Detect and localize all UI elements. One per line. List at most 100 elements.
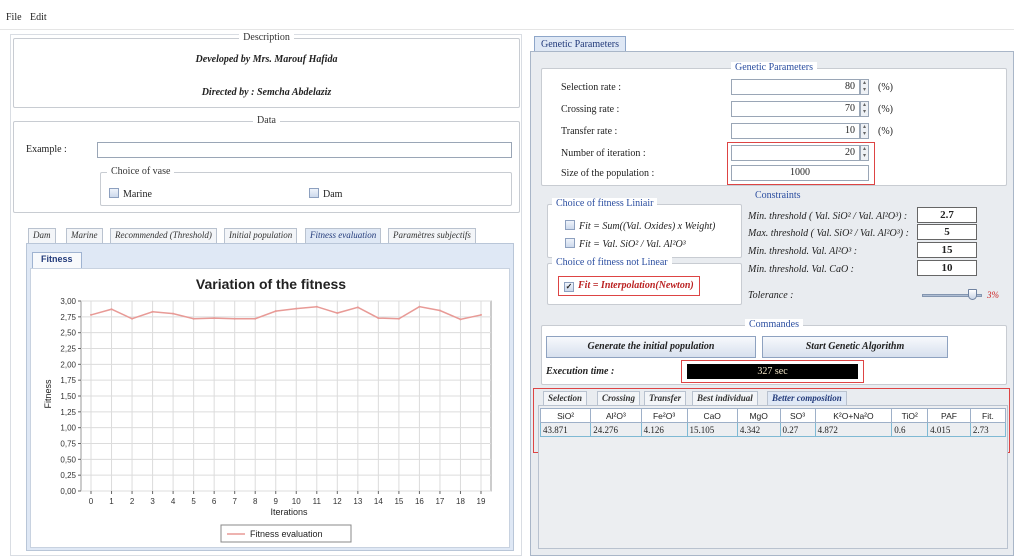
dam-label: Dam — [323, 189, 343, 200]
data-point — [315, 305, 318, 308]
tab-parametres-subjectifs[interactable]: Paramètres subjectifs — [388, 228, 476, 243]
min-threshold-al2o3-input[interactable]: 15 — [917, 242, 977, 258]
min-threshold-al2o3-label: Min. threshold. Val. Al²O³ : — [748, 246, 858, 257]
table-row[interactable]: 43.871 24.276 4.126 15.105 4.342 0.27 4.… — [539, 422, 1007, 437]
x-tick-label: 2 — [130, 497, 135, 506]
x-tick-label: 13 — [353, 497, 362, 506]
cell-so3[interactable]: 0.27 — [779, 422, 816, 437]
cell-cao[interactable]: 15.105 — [686, 422, 738, 437]
data-point — [151, 310, 154, 313]
start-algorithm-button[interactable]: Start Genetic Algorithm — [762, 336, 948, 358]
cell-al2o3[interactable]: 24.276 — [590, 422, 642, 437]
tab-marine[interactable]: Marine — [66, 228, 103, 243]
cell-k2o-na2o[interactable]: 4.872 — [814, 422, 893, 437]
iterations-spinner[interactable]: ▴ ▾ — [860, 145, 869, 161]
crossing-rate-input[interactable]: 70 — [731, 101, 860, 117]
tab-best-individual[interactable]: Best individual — [692, 391, 758, 406]
description-group: Description Developed by Mrs. Marouf Haf… — [13, 32, 520, 108]
vase-option-marine[interactable]: Marine — [109, 188, 152, 200]
fitness-linear-option-1[interactable]: Fit = Sum((Val. Oxides) x Weight) — [565, 220, 715, 232]
cell-mgo[interactable]: 4.342 — [736, 422, 781, 437]
transfer-rate-spinner[interactable]: ▴ ▾ — [860, 123, 869, 139]
fitness-linear-checkbox-2[interactable] — [565, 238, 575, 248]
min-threshold-cao-input[interactable]: 10 — [917, 260, 977, 276]
x-tick-label: 5 — [191, 497, 196, 506]
data-point — [110, 308, 113, 311]
col-al2o3[interactable]: Al²O³ — [590, 408, 642, 423]
col-tio2[interactable]: TiO² — [891, 408, 929, 423]
y-tick-label: 2,25 — [60, 345, 76, 354]
data-point — [438, 309, 441, 312]
results-table: SiO² Al²O³ Fe²O³ CaO MgO SO³ K²O+Na²O Ti… — [539, 408, 1007, 437]
data-legend: Data — [253, 115, 280, 126]
population-size-input[interactable]: 1000 — [731, 165, 869, 181]
example-input[interactable] — [97, 142, 512, 158]
min-threshold-ratio-input[interactable]: 2.7 — [917, 207, 977, 223]
tab-fitness-evaluation[interactable]: Fitness evaluation — [305, 228, 382, 243]
tab-fitness[interactable]: Fitness — [32, 252, 82, 268]
fitness-nonlinear-option[interactable]: ✓ Fit = Interpolation(Newton) — [564, 280, 694, 292]
iterations-input[interactable]: 20 — [731, 145, 860, 161]
chart-area: Variation of the fitness Fitness Iterati… — [30, 268, 510, 548]
col-fit[interactable]: Fit. — [969, 408, 1007, 423]
fitness-nonlinear-checkbox[interactable]: ✓ — [564, 282, 574, 292]
min-threshold-ratio-label: Min. threshold ( Val. SiO² / Val. Al²O³)… — [748, 211, 908, 222]
col-fe2o3[interactable]: Fe²O³ — [640, 408, 688, 423]
y-tick-label: 1,25 — [60, 408, 76, 417]
y-tick-label: 3,00 — [60, 297, 76, 306]
cell-fit[interactable]: 2.73 — [969, 422, 1007, 437]
right-tab-genetic[interactable]: Genetic Parameters — [534, 36, 627, 52]
generate-population-button[interactable]: Generate the initial population — [546, 336, 756, 358]
col-mgo[interactable]: MgO — [736, 408, 781, 423]
cell-paf[interactable]: 4.015 — [927, 422, 971, 437]
y-tick-label: 0,25 — [60, 471, 76, 480]
tab-crossing[interactable]: Crossing — [597, 391, 641, 406]
iterations-label: Number of iteration : — [561, 148, 646, 159]
selection-rate-label: Selection rate : — [561, 82, 621, 93]
x-tick-label: 6 — [212, 497, 217, 506]
fitness-linear-checkbox-1[interactable] — [565, 220, 575, 230]
y-tick-label: 1,00 — [60, 424, 76, 433]
data-point — [418, 305, 421, 308]
col-k2o-na2o[interactable]: K²O+Na²O — [814, 408, 893, 423]
vase-choice-legend: Choice of vase — [107, 166, 175, 177]
cell-sio2[interactable]: 43.871 — [539, 422, 592, 437]
col-so3[interactable]: SO³ — [779, 408, 816, 423]
developed-by-text: Developed by Mrs. Marouf Hafida — [195, 54, 338, 65]
menu-edit[interactable]: Edit — [30, 12, 47, 23]
max-threshold-ratio-input[interactable]: 5 — [917, 224, 977, 240]
transfer-rate-input[interactable]: 10 — [731, 123, 860, 139]
vase-option-dam[interactable]: Dam — [309, 188, 342, 200]
x-tick-label: 19 — [477, 497, 486, 506]
col-cao[interactable]: CaO — [686, 408, 738, 423]
tab-initial-population[interactable]: Initial population — [224, 228, 298, 243]
constraints-legend: Constraints — [751, 190, 805, 201]
menu-file[interactable]: File — [6, 12, 22, 23]
col-sio2[interactable]: SiO² — [539, 408, 592, 423]
tab-recommended[interactable]: Recommended (Threshold) — [110, 228, 217, 243]
tolerance-thumb[interactable] — [967, 289, 977, 300]
fitness-nonlinear-legend: Choice of fitness not Linear — [552, 257, 672, 268]
execution-time-label: Execution time : — [546, 366, 615, 377]
x-tick-label: 3 — [150, 497, 155, 506]
tab-dam[interactable]: Dam — [28, 228, 56, 243]
tolerance-slider[interactable] — [922, 289, 982, 300]
selection-rate-spinner[interactable]: ▴ ▾ — [860, 79, 869, 95]
vase-choice-group: Choice of vase Marine Dam — [100, 166, 512, 206]
cell-tio2[interactable]: 0.6 — [891, 422, 929, 437]
y-axis-label: Fitness — [43, 379, 53, 409]
col-paf[interactable]: PAF — [927, 408, 971, 423]
y-tick-label: 0,50 — [60, 455, 76, 464]
tab-better-composition[interactable]: Better composition — [767, 391, 847, 406]
marine-checkbox[interactable] — [109, 188, 119, 198]
fitness-linear-option-2[interactable]: Fit = Val. SiO² / Val. Al²O³ — [565, 238, 686, 250]
tab-transfer[interactable]: Transfer — [644, 391, 687, 406]
selection-rate-input[interactable]: 80 — [731, 79, 860, 95]
cell-fe2o3[interactable]: 4.126 — [640, 422, 688, 437]
tolerance-value: 3% — [987, 290, 999, 300]
crossing-rate-spinner[interactable]: ▴ ▾ — [860, 101, 869, 117]
legend-label: Fitness evaluation — [250, 529, 323, 539]
chart-title: Variation of the fitness — [196, 276, 346, 292]
tab-selection[interactable]: Selection — [543, 391, 587, 406]
dam-checkbox[interactable] — [309, 188, 319, 198]
